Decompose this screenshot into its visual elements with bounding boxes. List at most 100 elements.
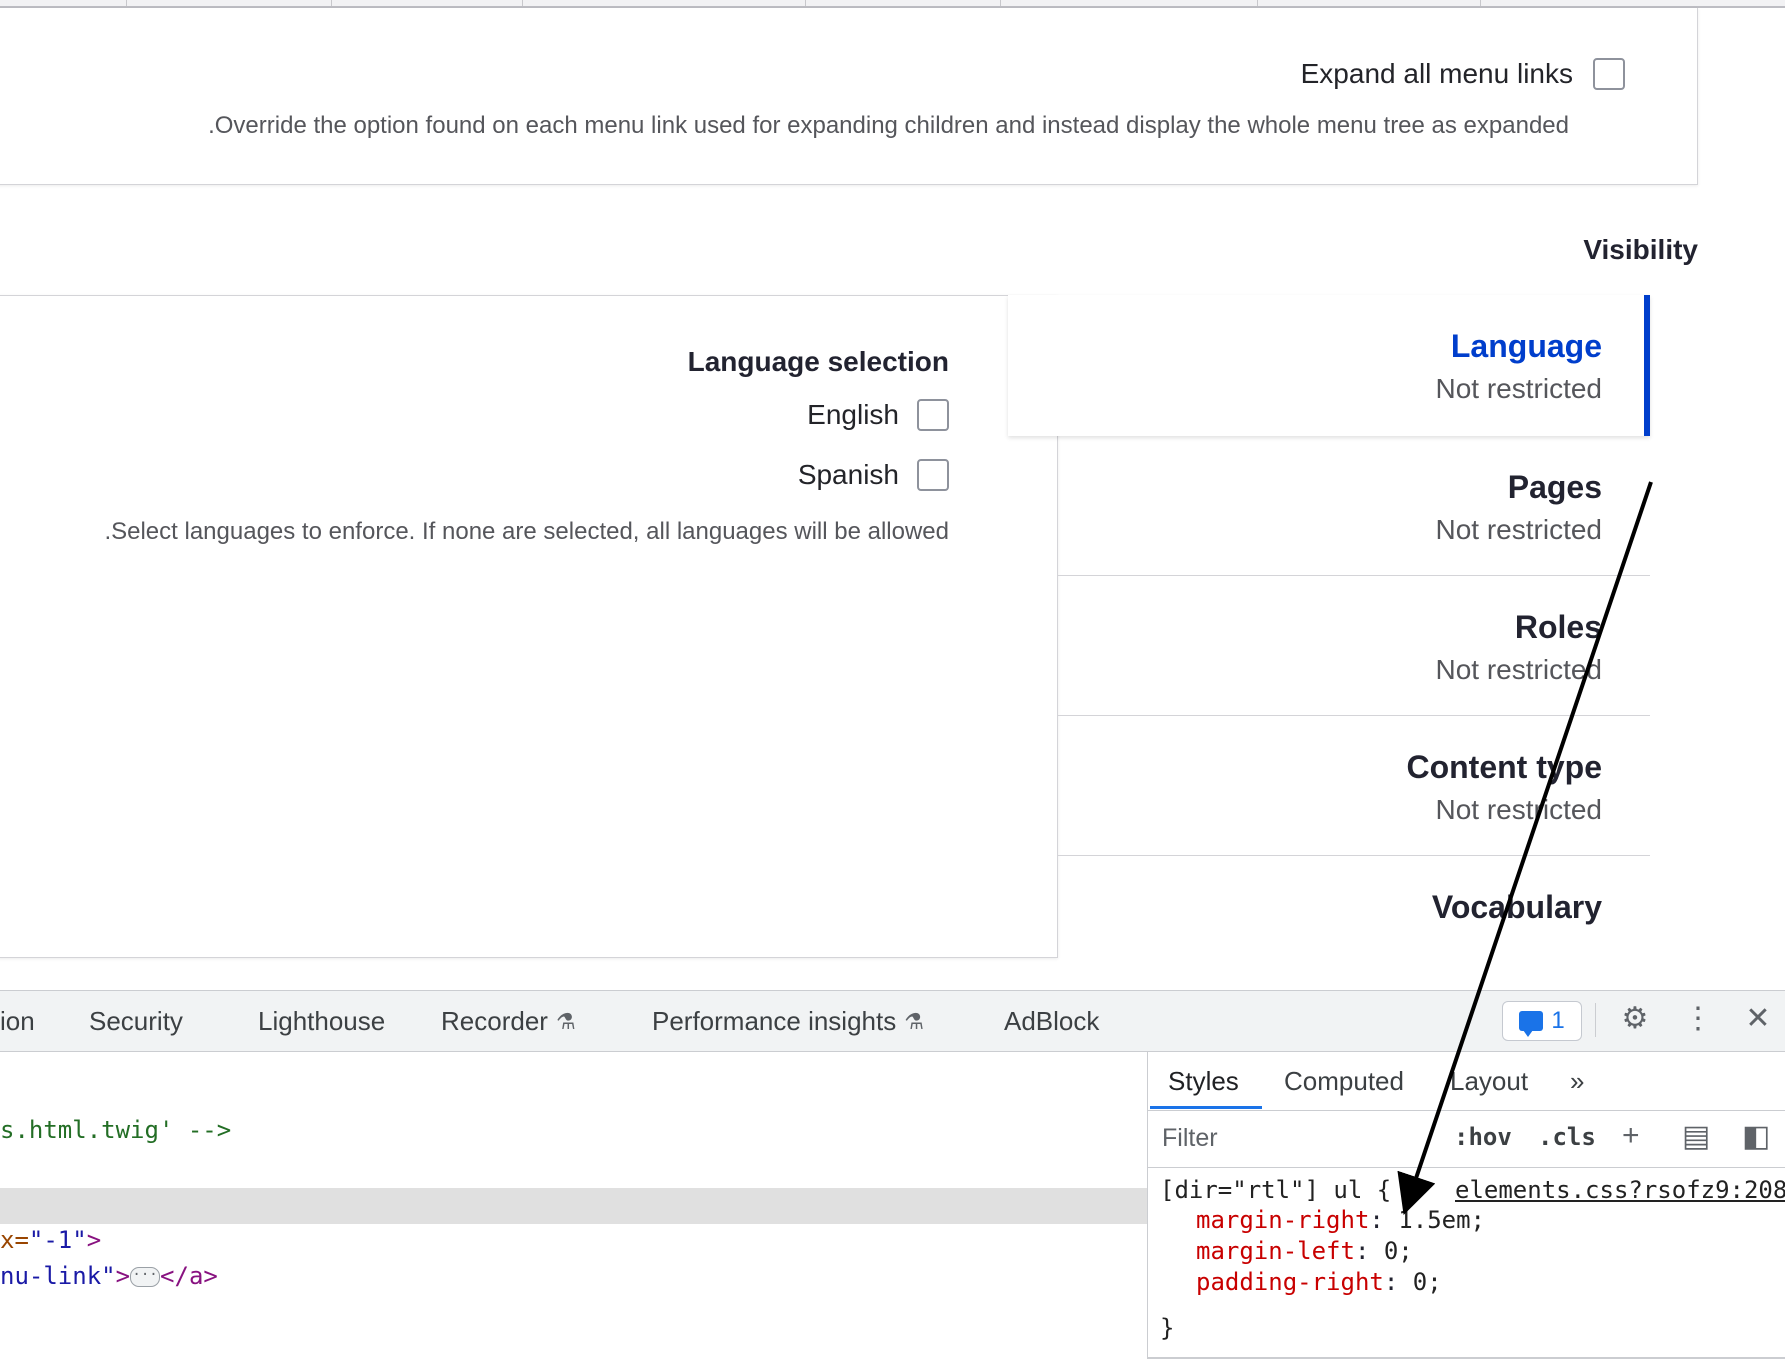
browser-tab-strip [0,0,1785,8]
vertical-tab-roles[interactable]: Roles Not restricted [1058,576,1650,716]
expand-all-description: .Override the option found on each menu … [208,112,1569,139]
tab-label[interactable]: Recorder [441,1006,548,1037]
styles-sidebar: Styles Computed Layout » Filter :hov .cl… [1147,1052,1785,1359]
css-rule-close: } [1160,1314,1175,1342]
css-property[interactable]: margin-left: 0; [1196,1237,1413,1265]
menu-settings-card: Expand all menu links .Override the opti… [0,8,1698,185]
property-name[interactable]: margin-right [1196,1206,1369,1234]
vertical-tab-content-type[interactable]: Content type Not restricted [1058,716,1650,856]
flask-icon: ⚗ [904,1008,924,1034]
vertical-tab-summary: Not restricted [1435,794,1603,825]
tab-layout[interactable]: Layout [1450,1066,1528,1097]
devtools-tab-performance-insights[interactable]: Performance insights ⚗ [652,1006,924,1037]
expand-children-button[interactable]: ··· [130,1267,161,1287]
vertical-tab-language[interactable]: Language Not restricted [1008,295,1650,436]
language-option-label[interactable]: English [807,399,899,431]
html-comment: s.html.twig' --> [0,1116,232,1144]
kebab-menu-icon[interactable]: ⋮ [1680,1001,1716,1036]
styles-filter-bar: Filter :hov .cls + ▤ ◧ [1148,1111,1785,1168]
dom-node-line[interactable]: x="-1"> [0,1226,101,1254]
gear-icon[interactable]: ⚙ [1617,1001,1653,1036]
css-property[interactable]: margin-right: 1.5em; [1196,1206,1485,1234]
attr-value: "-1" [28,1226,87,1254]
property-value[interactable]: 1.5em; [1398,1206,1485,1234]
language-description: .Select languages to enforce. If none ar… [104,518,949,545]
tab-label[interactable]: Lighthouse [258,1006,385,1037]
tab-divider [1000,0,1001,6]
elements-tree: s.html.twig' --> x="-1"> nu-link"> ···</a… [0,1052,1147,1359]
devtools-panel: ion Security Lighthouse Recorder ⚗ Perfor… [0,990,1785,1359]
active-tab-indicator [1150,1106,1262,1109]
vertical-tab-title[interactable]: Language [1451,328,1602,365]
vertical-tab-pages[interactable]: Pages Not restricted [1058,436,1650,576]
language-selection-title: Language selection [687,346,949,377]
tab-label[interactable]: Security [89,1006,183,1037]
vertical-tab-summary: Not restricted [1435,373,1603,404]
tab-divider [522,0,523,6]
css-property[interactable]: padding-right: 0; [1196,1268,1442,1296]
visibility-vertical-tabs: Language selection English Spanish .Sele… [0,295,1650,958]
attr-value: nu-link" [0,1262,116,1290]
property-name[interactable]: padding-right [1196,1268,1384,1296]
english-checkbox[interactable] [917,399,949,431]
tab-computed[interactable]: Computed [1284,1066,1404,1097]
tab-styles[interactable]: Styles [1168,1066,1239,1097]
devtools-tab-recorder[interactable]: Recorder ⚗ [441,1006,576,1037]
vertical-tab-title[interactable]: Content type [1406,749,1602,786]
tab-divider [1257,0,1258,6]
language-option-label[interactable]: Spanish [798,459,899,491]
property-value[interactable]: 0; [1384,1237,1413,1265]
vertical-tabs-menu: Language Not restricted Pages Not restri… [1008,295,1650,996]
issues-count: 1 [1551,1007,1565,1034]
dom-node-line[interactable]: nu-link"> ···</a> [0,1262,218,1290]
sidebar-toggle-icon[interactable]: ◧ [1742,1119,1770,1154]
css-selector[interactable]: [dir="rtl"] ul { [1160,1176,1391,1204]
styles-filter-input[interactable]: Filter [1162,1124,1218,1153]
vertical-tab-title[interactable]: Pages [1508,469,1602,506]
devtools-tab-adblock[interactable]: AdBlock [1004,1006,1099,1037]
devtools-tab-lighthouse[interactable]: Lighthouse [258,1006,385,1037]
vertical-tab-vocabulary[interactable]: Vocabulary [1058,856,1650,996]
property-name[interactable]: margin-left [1196,1237,1355,1265]
class-toggle[interactable]: .cls [1538,1123,1596,1151]
flask-icon: ⚗ [555,1008,576,1034]
language-option-english[interactable]: English [807,399,949,431]
more-tabs-icon[interactable]: » [1570,1066,1584,1097]
vertical-tab-summary: Not restricted [1435,654,1603,685]
spanish-checkbox[interactable] [917,459,949,491]
issues-button[interactable]: 1 [1502,1001,1582,1041]
paint-icon[interactable]: ▤ [1682,1119,1710,1154]
tab-label[interactable]: Performance insights [652,1006,896,1037]
devtools-tab-bar: ion Security Lighthouse Recorder ⚗ Perfor… [0,991,1785,1052]
property-value[interactable]: 0; [1413,1268,1442,1296]
closing-tag: </a> [160,1262,218,1290]
language-option-spanish[interactable]: Spanish [798,459,949,491]
tab-label[interactable]: AdBlock [1004,1006,1099,1037]
selected-dom-row[interactable] [0,1188,1147,1224]
divider [1595,1003,1596,1037]
dom-comment-line[interactable]: s.html.twig' --> [0,1116,231,1144]
visibility-heading: Visibility [1583,234,1698,265]
devtools-tab-application[interactable]: ion [0,1006,35,1037]
add-rule-icon[interactable]: + [1622,1119,1640,1153]
styles-tab-bar: Styles Computed Layout » [1148,1052,1785,1111]
tab-divider [805,0,806,6]
expand-all-checkbox[interactable] [1593,58,1625,90]
issues-icon [1519,1011,1544,1037]
attr-name: x= [0,1226,29,1254]
css-source-link[interactable]: elements.css?rsofz9:208 [1455,1176,1785,1204]
devtools-tab-security[interactable]: Security [89,1006,183,1037]
vertical-tab-title[interactable]: Roles [1515,609,1602,646]
tag-bracket: > [115,1262,131,1290]
tag-bracket: > [86,1226,102,1254]
expand-all-label[interactable]: Expand all menu links [1301,58,1573,90]
vertical-tab-summary: Not restricted [1435,514,1603,545]
expand-all-row[interactable]: Expand all menu links [1301,58,1625,90]
tab-divider [126,0,127,6]
tab-label[interactable]: ion [0,1006,35,1037]
tab-divider [331,0,332,6]
tab-divider [1480,0,1481,6]
vertical-tab-title[interactable]: Vocabulary [1432,889,1602,926]
hover-state-toggle[interactable]: :hov [1454,1123,1512,1151]
close-icon[interactable]: ✕ [1740,1001,1776,1036]
